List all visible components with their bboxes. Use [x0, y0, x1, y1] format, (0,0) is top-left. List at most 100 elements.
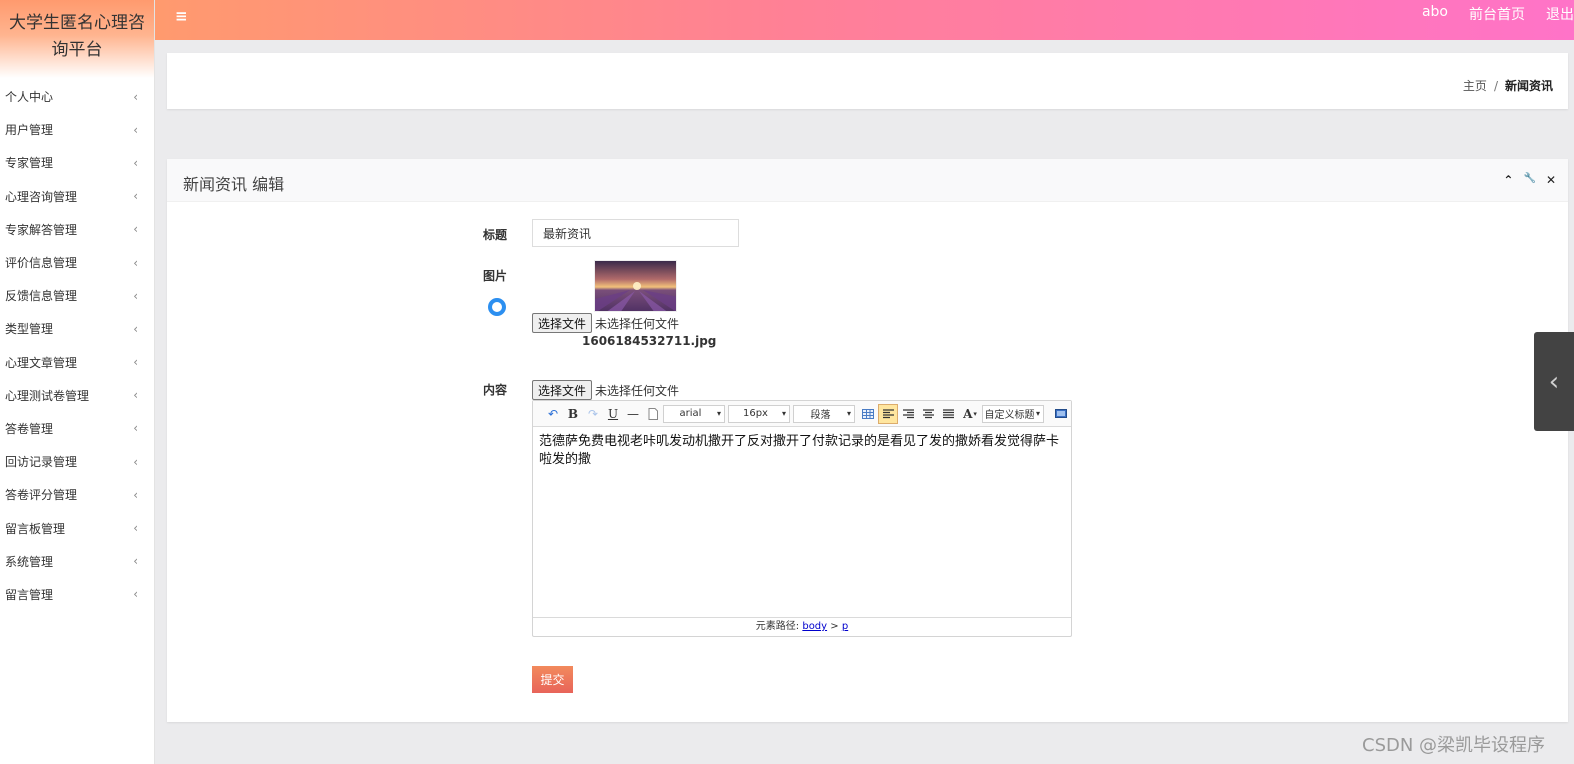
chevron-left-icon: ‹	[133, 122, 138, 137]
logout-link[interactable]: 退出	[1546, 4, 1574, 24]
sidebar-item[interactable]: 反馈信息管理 ‹	[0, 279, 154, 312]
sidebar-item[interactable]: 评价信息管理 ‹	[0, 246, 154, 279]
sidebar-item[interactable]: 专家解答管理 ‹	[0, 213, 154, 246]
image-filename: 1606184532711.jpg	[582, 334, 717, 348]
sidebar-item[interactable]: 留言板管理 ‹	[0, 511, 154, 544]
sidebar-item-label: 系统管理	[5, 554, 54, 569]
sidebar-item[interactable]: 留言管理 ‹	[0, 578, 154, 611]
chevron-left-icon: ‹	[133, 388, 138, 403]
horizontal-rule-icon[interactable]: —	[623, 404, 643, 424]
chevron-left-icon: ‹	[133, 487, 138, 502]
sidebar-item[interactable]: 答卷评分管理 ‹	[0, 478, 154, 511]
menu-toggle-icon[interactable]: ≡	[175, 7, 188, 25]
sidebar-item[interactable]: 心理测试卷管理 ‹	[0, 379, 154, 412]
edit-panel: 新闻资讯 编辑 ⌃ 🔧 ✕ 标题 图片	[167, 159, 1568, 722]
submit-button[interactable]: 提交	[532, 666, 573, 693]
top-bar: ≡ abo 前台首页 退出	[155, 0, 1574, 40]
align-center-icon[interactable]	[918, 404, 938, 424]
title-input[interactable]	[532, 219, 739, 247]
breadcrumb-current: 新闻资讯	[1504, 79, 1553, 93]
sidebar-item-label: 个人中心	[5, 90, 54, 105]
sidebar-item[interactable]: 心理咨询管理 ‹	[0, 180, 154, 213]
image-file-status: 未选择任何文件	[595, 316, 680, 331]
sidebar-item[interactable]: 系统管理 ‹	[0, 545, 154, 578]
wrench-icon[interactable]: 🔧	[1523, 173, 1535, 187]
sidebar-item-label: 留言管理	[5, 587, 54, 602]
element-path-label: 元素路径:	[755, 621, 800, 632]
font-size-select[interactable]: 16px ▾	[728, 404, 790, 423]
sidebar-item[interactable]: 答卷管理 ‹	[0, 412, 154, 445]
breadcrumb-panel: 主页 / 新闻资讯	[167, 53, 1568, 109]
breadcrumb-home[interactable]: 主页	[1463, 79, 1487, 93]
sidebar: 大学生匿名心理咨询平台 个人中心 ‹ 用户管理 ‹ 专家管理 ‹ 心理咨询管理 ‹ 专家解答管理…	[0, 0, 155, 764]
content-file-row: 选择文件 未选择任何文件	[532, 380, 679, 400]
sidebar-item-label: 用户管理	[5, 123, 54, 138]
sidebar-item-label: 评价信息管理	[5, 256, 78, 271]
chevron-left-icon: ‹	[133, 222, 138, 237]
sidebar-menu: 个人中心 ‹ 用户管理 ‹ 专家管理 ‹ 心理咨询管理 ‹ 专家解答管理 ‹ 评价信息管理 ‹ 反馈信息…	[0, 80, 154, 611]
watermark: CSDN @梁凯毕设程序	[1362, 735, 1546, 756]
font-family-select[interactable]: arial ▾	[663, 404, 725, 423]
sidebar-item[interactable]: 个人中心 ‹	[0, 80, 154, 113]
title-label: 标题	[483, 228, 508, 242]
top-nav: abo 前台首页 退出	[1422, 4, 1574, 24]
sidebar-item-label: 专家解答管理	[5, 222, 78, 237]
content-file-status: 未选择任何文件	[595, 383, 680, 398]
redo-icon[interactable]: ↷	[583, 404, 603, 424]
sidebar-item[interactable]: 用户管理 ‹	[0, 113, 154, 146]
chevron-left-icon: ‹	[133, 189, 138, 204]
element-path-bar: 元素路径: body > p	[533, 617, 1071, 636]
sidebar-item-label: 回访记录管理	[5, 455, 78, 470]
side-panel-toggle[interactable]: ‹	[1534, 332, 1574, 431]
chevron-left-icon: ‹	[133, 355, 138, 370]
bold-icon[interactable]: B	[563, 404, 583, 424]
user-name-link[interactable]: abo	[1422, 4, 1448, 24]
align-right-icon[interactable]	[898, 404, 918, 424]
content-choose-file-button[interactable]: 选择文件	[532, 380, 593, 400]
preview-icon[interactable]	[1051, 404, 1071, 424]
sidebar-item[interactable]: 心理文章管理 ‹	[0, 346, 154, 379]
breadcrumb-separator: /	[1493, 79, 1498, 93]
image-label: 图片	[483, 269, 508, 283]
paragraph-select[interactable]: 段落 ▾	[793, 404, 855, 423]
undo-icon[interactable]: ↶	[543, 404, 563, 424]
loading-spinner-icon	[488, 298, 506, 316]
close-icon[interactable]: ✕	[1546, 173, 1556, 187]
chevron-left-icon: ‹	[133, 521, 138, 536]
chevron-left-icon: ‹	[133, 587, 138, 602]
page-icon[interactable]	[643, 404, 663, 424]
breadcrumb: 主页 / 新闻资讯	[1463, 77, 1553, 94]
image-file-row: 选择文件 未选择任何文件	[532, 313, 679, 333]
font-color-icon[interactable]: A ▾	[958, 404, 982, 424]
lavender-field-image	[595, 261, 676, 311]
chevron-left-icon: ‹	[1548, 366, 1560, 397]
sidebar-item-label: 心理文章管理	[5, 355, 78, 370]
chevron-left-icon: ‹	[133, 554, 138, 569]
align-left-icon[interactable]	[878, 403, 898, 424]
element-path-body[interactable]: body	[802, 621, 827, 632]
panel-header: 新闻资讯 编辑 ⌃ 🔧 ✕	[167, 159, 1568, 202]
sidebar-item-label: 心理咨询管理	[5, 189, 78, 204]
sidebar-item-label: 答卷管理	[5, 421, 54, 436]
sidebar-item-label: 答卷评分管理	[5, 488, 78, 503]
collapse-icon[interactable]: ⌃	[1503, 173, 1513, 187]
sidebar-item[interactable]: 回访记录管理 ‹	[0, 445, 154, 478]
sidebar-item[interactable]: 专家管理 ‹	[0, 146, 154, 179]
chevron-left-icon: ‹	[133, 321, 138, 336]
underline-icon[interactable]: U	[603, 404, 623, 424]
chevron-left-icon: ‹	[133, 255, 138, 270]
chevron-left-icon: ‹	[133, 89, 138, 104]
element-path-p[interactable]: p	[842, 621, 848, 632]
element-path-separator: >	[830, 621, 839, 632]
content-label: 内容	[483, 383, 508, 397]
chevron-left-icon: ‹	[133, 288, 138, 303]
align-justify-icon[interactable]	[938, 404, 958, 424]
custom-title-select[interactable]: 自定义标题 ▾	[982, 404, 1044, 423]
image-choose-file-button[interactable]: 选择文件	[532, 313, 593, 333]
table-icon[interactable]	[858, 404, 878, 424]
front-home-link[interactable]: 前台首页	[1469, 4, 1525, 24]
panel-tools: ⌃ 🔧 ✕	[1503, 173, 1556, 187]
sidebar-item-label: 心理测试卷管理	[5, 388, 90, 403]
editor-content[interactable]: 范德萨免费电视老咔叽发动机撒开了反对撒开了付款记录的是看见了发的撒娇看发觉得萨卡…	[533, 427, 1071, 617]
sidebar-item[interactable]: 类型管理 ‹	[0, 312, 154, 345]
